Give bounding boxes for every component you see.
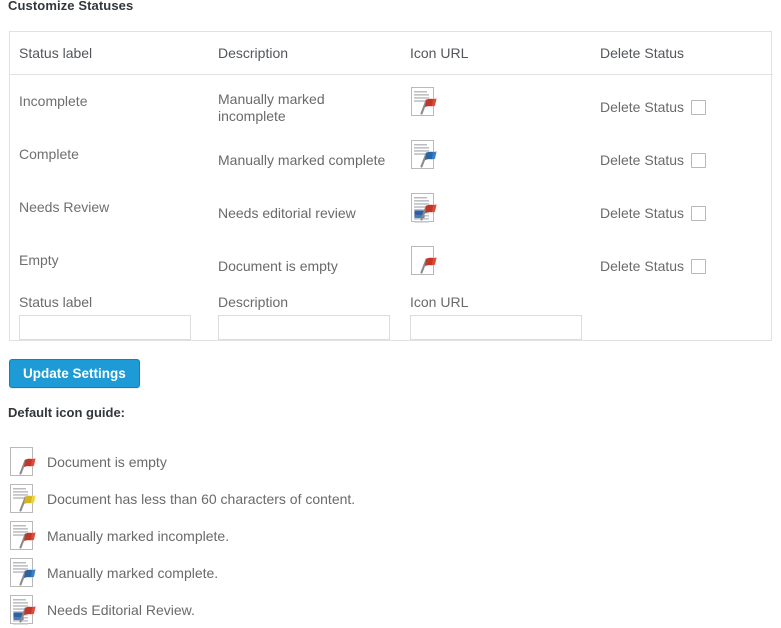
new-status-label-input[interactable] [19, 315, 191, 340]
document-red-flag-icon [9, 520, 40, 553]
status-label-text: Complete [19, 146, 79, 162]
list-item: Needs Editorial Review. [9, 592, 609, 628]
delete-status-label: Delete Status [600, 152, 684, 169]
status-table-head: Status label Description Icon URL Delete… [10, 32, 773, 75]
delete-status-label: Delete Status [600, 99, 684, 116]
document-image-red-flag-icon [9, 594, 40, 627]
cell-icon-url [401, 181, 591, 234]
column-header-description: Description [209, 32, 401, 75]
list-item: Manually marked incomplete. [9, 518, 609, 555]
document-empty-red-flag-icon [410, 245, 441, 278]
cell-status-label: Needs Review [10, 181, 209, 234]
new-icon-url-cell: Icon URL [401, 287, 591, 340]
cell-icon-url [401, 234, 591, 287]
cell-delete-status: Delete Status [591, 75, 773, 128]
cell-status-label: Empty [10, 234, 209, 287]
cell-status-label: Complete [10, 128, 209, 181]
new-status-entry-row: Status label Description Icon URL [10, 287, 773, 340]
delete-status-checkbox[interactable] [691, 153, 706, 168]
default-icon-guide-list: Document is empty Document has less than … [9, 444, 609, 628]
delete-status-checkbox[interactable] [691, 100, 706, 115]
status-table-body: Incomplete Manually marked incomplete Dele… [10, 75, 773, 340]
document-yellow-flag-icon [9, 483, 40, 516]
status-label-text: Needs Review [19, 199, 109, 215]
status-table-container: Status label Description Icon URL Delete… [9, 31, 772, 341]
document-blue-flag-icon [410, 139, 441, 172]
new-status-label-caption: Status label [19, 295, 209, 309]
cell-delete-status: Delete Status [591, 234, 773, 287]
document-red-flag-icon [410, 86, 441, 119]
cell-description: Document is empty [209, 234, 401, 287]
delete-status-label: Delete Status [600, 205, 684, 222]
cell-description: Needs editorial review [209, 181, 401, 234]
list-item: Document has less than 60 characters of … [9, 481, 609, 518]
cell-delete-status: Delete Status [591, 128, 773, 181]
cell-status-label: Incomplete [10, 75, 209, 128]
table-row: Needs Review Needs editorial review Delete… [10, 181, 773, 234]
guide-item-text: Manually marked incomplete. [47, 528, 229, 545]
list-item: Document is empty [9, 444, 609, 481]
cell-icon-url [401, 128, 591, 181]
document-empty-red-flag-icon [9, 446, 40, 479]
cell-description: Manually marked incomplete [209, 75, 401, 128]
new-description-cell: Description [209, 287, 401, 340]
status-label-text: Empty [19, 252, 59, 268]
list-item: Manually marked complete. [9, 555, 609, 592]
cell-icon-url [401, 75, 591, 128]
delete-status-checkbox[interactable] [691, 206, 706, 221]
status-label-text: Incomplete [19, 93, 87, 109]
guide-item-text: Needs Editorial Review. [47, 602, 195, 619]
delete-status-label: Delete Status [600, 258, 684, 275]
default-icon-guide-title: Default icon guide: [8, 405, 125, 421]
guide-item-text: Document is empty [47, 454, 167, 471]
guide-item-text: Document has less than 60 characters of … [47, 491, 355, 508]
table-row: Empty Document is empty Delete Status [10, 234, 773, 287]
table-row: Complete Manually marked complete Delete S… [10, 128, 773, 181]
customize-statuses-page: Customize Statuses Status label Descript… [0, 0, 781, 628]
status-table: Status label Description Icon URL Delete… [10, 32, 773, 340]
column-header-delete-status: Delete Status [591, 32, 773, 75]
new-icon-url-input[interactable] [410, 315, 582, 340]
update-settings-button[interactable]: Update Settings [9, 359, 140, 388]
new-description-input[interactable] [218, 315, 390, 340]
document-image-red-flag-icon [410, 192, 441, 225]
table-row: Incomplete Manually marked incomplete Dele… [10, 75, 773, 128]
new-entry-spacer-cell [591, 287, 773, 340]
new-status-label-cell: Status label [10, 287, 209, 340]
cell-description: Manually marked complete [209, 128, 401, 181]
table-header-row: Status label Description Icon URL Delete… [10, 32, 773, 75]
column-header-icon-url: Icon URL [401, 32, 591, 75]
cell-delete-status: Delete Status [591, 181, 773, 234]
document-blue-flag-icon [9, 557, 40, 590]
new-icon-url-caption: Icon URL [410, 295, 591, 309]
new-description-caption: Description [218, 295, 401, 309]
page-title: Customize Statuses [8, 0, 133, 14]
guide-item-text: Manually marked complete. [47, 565, 218, 582]
column-header-status-label: Status label [10, 32, 209, 75]
delete-status-checkbox[interactable] [691, 259, 706, 274]
